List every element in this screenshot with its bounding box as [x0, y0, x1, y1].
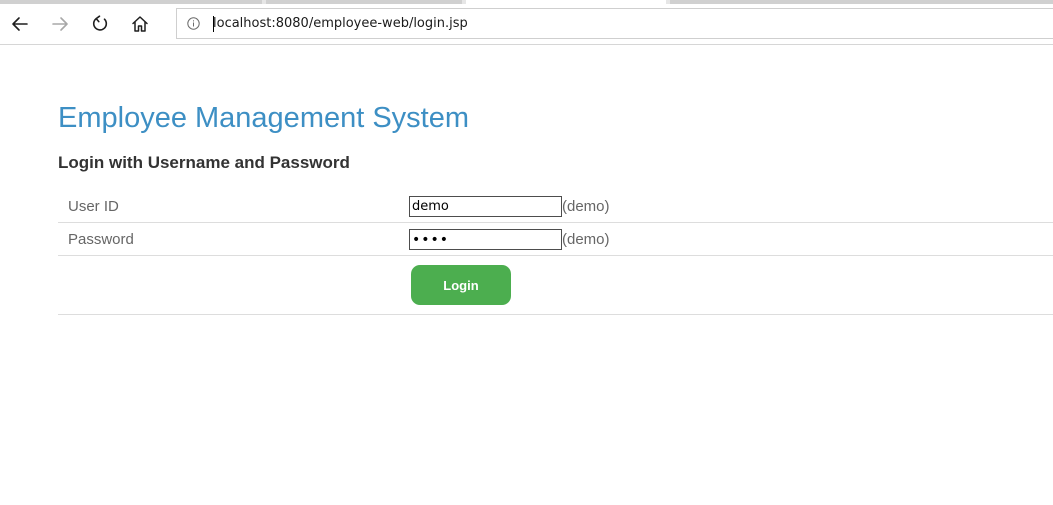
login-form: User ID (demo) Password (demo) Login	[58, 190, 1053, 315]
page-content: Employee Management System Login with Us…	[0, 45, 1053, 505]
password-row: Password (demo)	[58, 223, 1053, 256]
refresh-icon	[90, 14, 110, 34]
address-bar[interactable]: localhost:8080/employee-web/login.jsp	[176, 8, 1053, 39]
login-subtitle: Login with Username and Password	[58, 153, 350, 172]
password-label: Password	[68, 231, 134, 248]
user-id-label: User ID	[68, 198, 119, 215]
info-icon[interactable]	[187, 17, 200, 30]
browser-toolbar: localhost:8080/employee-web/login.jsp	[0, 4, 1053, 45]
forward-button[interactable]	[46, 10, 74, 38]
home-icon	[130, 14, 150, 34]
login-action-row: Login	[58, 256, 1053, 315]
home-button[interactable]	[126, 10, 154, 38]
forward-arrow-icon	[50, 14, 70, 34]
password-input[interactable]	[409, 229, 562, 250]
user-id-input[interactable]	[409, 196, 562, 217]
login-button[interactable]: Login	[411, 265, 511, 305]
url-text[interactable]: localhost:8080/employee-web/login.jsp	[213, 15, 468, 33]
password-hint: (demo)	[562, 231, 610, 248]
refresh-button[interactable]	[86, 10, 114, 38]
page-title: Employee Management System	[58, 102, 470, 134]
user-id-hint: (demo)	[562, 198, 610, 215]
back-button[interactable]	[6, 10, 34, 38]
text-caret	[213, 16, 214, 32]
user-id-row: User ID (demo)	[58, 190, 1053, 223]
back-arrow-icon	[10, 14, 30, 34]
